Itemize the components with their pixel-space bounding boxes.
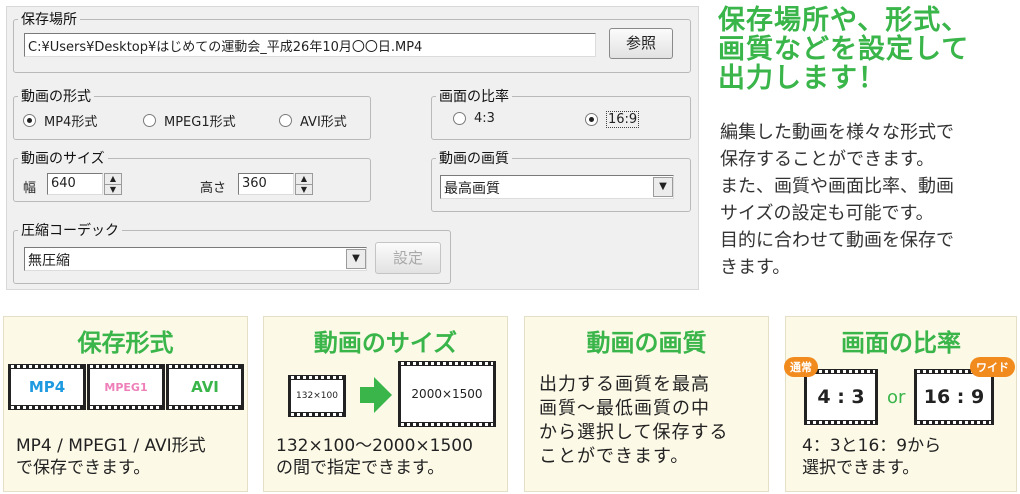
save-path-field[interactable]: C:¥Users¥Desktop¥はじめての運動会_平成26年10月〇〇日.MP… (24, 33, 596, 57)
aspect-option-label: 16:9 (606, 111, 640, 128)
format-radio-mpeg1[interactable]: MPEG1形式 (143, 111, 236, 130)
height-field[interactable]: 360 (238, 173, 294, 195)
card-title: 保存形式 (77, 329, 174, 357)
export-dialog: 保存場所 C:¥Users¥Desktop¥はじめての運動会_平成26年10月〇… (6, 6, 699, 290)
arrow-right-icon (360, 377, 392, 413)
aspect-radio-4-3[interactable]: 4:3 (453, 111, 495, 126)
radio-selected-icon (585, 113, 598, 126)
card-text-line: で保存できます。 (16, 458, 151, 478)
chevron-down-icon[interactable]: ▼ (653, 177, 673, 197)
format-radio-mp4[interactable]: MP4形式 (23, 111, 97, 130)
quality-legend: 動画の画質 (439, 151, 509, 167)
format-option-label: MPEG1形式 (164, 115, 236, 130)
height-label: 高さ (200, 181, 227, 196)
headline-line: 保存場所や、形式、 (718, 5, 970, 36)
film-label: AVI (169, 369, 241, 405)
down-arrow-icon[interactable]: ▼ (296, 184, 312, 194)
save-location-legend: 保存場所 (21, 12, 77, 28)
film-16-9-icon: 16 : 9 (914, 369, 994, 425)
tag-wide: ワイド (970, 357, 1015, 377)
film-small-icon: 132×100 (288, 375, 346, 417)
format-option-label: AVI形式 (300, 115, 347, 130)
codec-legend: 圧縮コーデック (21, 223, 119, 239)
film-label: MP4 (11, 369, 83, 405)
ratio-label: 4 : 3 (807, 374, 875, 420)
size-legend: 動画のサイズ (21, 151, 105, 167)
width-label: 幅 (23, 181, 37, 196)
format-option-label: MP4形式 (44, 115, 98, 130)
format-legend: 動画の形式 (21, 89, 91, 105)
card-text-line: 画質〜最低画質の中 (539, 398, 710, 419)
description: 編集した動画を様々な形式で 保存することができます。 また、画質や画面比率、動画… (720, 119, 1016, 281)
card-text-line: MP4 / MPEG1 / AVI形式 (16, 436, 206, 456)
size-small-label: 132×100 (291, 380, 343, 412)
film-mpeg1-icon: MPEG1 (87, 364, 165, 410)
card-text: 132×100〜2000×1500 の間で指定できます。 (276, 435, 473, 479)
description-line: 編集した動画を様々な形式で (720, 122, 954, 143)
or-label: or (887, 387, 906, 408)
down-arrow-icon[interactable]: ▼ (105, 184, 121, 194)
card-text-line: 4：3と16：9から (802, 436, 942, 456)
description-line: また、画質や画面比率、動画 (720, 176, 954, 197)
film-avi-icon: AVI (166, 364, 244, 410)
radio-icon (279, 114, 292, 127)
codec-settings-button[interactable]: 設定 (375, 242, 441, 274)
aspect-legend: 画面の比率 (439, 89, 509, 105)
film-large-icon: 2000×1500 (398, 361, 496, 427)
ratio-label: 16 : 9 (917, 374, 991, 420)
chevron-down-icon[interactable]: ▼ (346, 249, 366, 269)
browse-button[interactable]: 参照 (609, 28, 673, 59)
headline-line: 出力します！ (718, 63, 886, 94)
up-arrow-icon[interactable]: ▲ (296, 174, 312, 184)
description-line: きます。 (720, 257, 791, 278)
card-text-line: 出力する画質を最高 (539, 374, 710, 395)
codec-select[interactable]: 無圧縮 (24, 247, 367, 271)
film-4-3-icon: 4 : 3 (804, 369, 878, 425)
card-text: 出力する画質を最高 画質〜最低画質の中 から選択して保存する ことができます。 (539, 373, 728, 469)
radio-icon (453, 112, 466, 125)
tag-normal: 通常 (784, 357, 818, 377)
size-large-label: 2000×1500 (401, 366, 493, 422)
up-arrow-icon[interactable]: ▲ (105, 174, 121, 184)
description-line: 目的に合わせて動画を保存で (720, 230, 954, 251)
card-format: 保存形式 MP4 MPEG1 AVI MP4 / MPEG1 / AVI形式 で… (3, 316, 248, 492)
film-label: MPEG1 (90, 369, 162, 405)
card-text: MP4 / MPEG1 / AVI形式 で保存できます。 (16, 435, 206, 479)
description-line: サイズの設定も可能です。 (720, 203, 934, 224)
card-text-line: ことができます。 (539, 446, 690, 467)
width-stepper[interactable]: ▲ ▼ (104, 173, 122, 195)
card-title: 動画のサイズ (313, 329, 458, 357)
format-radio-avi[interactable]: AVI形式 (279, 111, 347, 130)
card-text: 4：3と16：9から 選択できます。 (802, 435, 941, 479)
quality-select[interactable]: 最高画質 (440, 175, 674, 199)
aspect-option-label: 4:3 (474, 111, 495, 126)
card-text-line: から選択して保存する (539, 422, 729, 443)
card-title: 動画の画質 (586, 329, 707, 357)
aspect-radio-16-9[interactable]: 16:9 (585, 111, 640, 128)
description-line: 保存することができます。 (720, 149, 935, 170)
card-aspect: 画面の比率 4 : 3 通常 or 16 : 9 ワイド 4：3と16：9から … (784, 316, 1017, 492)
card-quality: 動画の画質 出力する画質を最高 画質〜最低画質の中 から選択して保存する ことが… (524, 316, 769, 492)
film-mp4-icon: MP4 (8, 364, 86, 410)
card-text-line: の間で指定できます。 (276, 458, 445, 478)
headline-line: 画質などを設定して (718, 34, 970, 65)
card-title: 画面の比率 (841, 329, 961, 357)
card-size: 動画のサイズ 132×100 2000×1500 132×100〜2000×15… (263, 316, 508, 492)
width-field[interactable]: 640 (47, 173, 103, 195)
card-text-line: 選択できます。 (802, 458, 920, 478)
headline: 保存場所や、形式、 画質などを設定して 出力します！ (718, 6, 1018, 93)
height-stepper[interactable]: ▲ ▼ (295, 173, 313, 195)
radio-icon (143, 114, 156, 127)
card-text-line: 132×100〜2000×1500 (276, 436, 473, 456)
radio-selected-icon (23, 114, 36, 127)
